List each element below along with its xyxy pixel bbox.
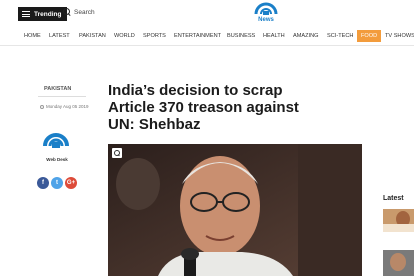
publish-date-text: Monday Aug 05 2019 [46,104,89,109]
section-divider [38,96,86,97]
search-placeholder[interactable]: Search [74,9,95,16]
trending-label: Trending [34,10,62,18]
nav-item-health[interactable]: HEALTH [263,30,285,42]
publish-date: Monday Aug 05 2019 [40,104,89,109]
trending-button[interactable]: Trending [18,7,68,21]
twitter-share-icon[interactable]: t [51,177,63,189]
author-avatar[interactable] [42,124,70,154]
top-bar: Trending Search News [0,0,414,30]
googleplus-share-icon[interactable]: G+ [65,177,77,189]
author-logo-icon [43,133,69,148]
latest-thumb-image [383,209,414,232]
article-photo[interactable] [108,144,362,276]
nav-item-home[interactable]: HOME [24,30,41,42]
nav-item-entertainment[interactable]: ENTERTAINMENT [174,30,221,42]
nav-item-business[interactable]: BUSINESS [227,30,255,42]
nav-item-sports[interactable]: SPORTS [143,30,166,42]
zoom-icon [114,150,120,156]
nav-item-amazing[interactable]: AMAZING [293,30,318,42]
zoom-button[interactable] [112,148,122,158]
latest-heading: Latest [383,195,404,202]
site-logo[interactable]: News [252,1,280,28]
latest-story-thumbnail[interactable] [383,209,414,232]
search-icon[interactable] [63,8,71,16]
article-headline: India’s decision to scrap Article 370 tr… [108,82,299,133]
nav-item-sci-tech[interactable]: SCI-TECH [327,30,353,42]
logo-text: News [258,17,274,23]
article-photo-image [108,144,362,276]
clock-icon [40,104,44,109]
latest-thumb-image-2 [383,250,414,276]
main-nav: HOME LATEST PAKISTAN WORLD SPORTS ENTERT… [0,30,414,42]
nav-divider [0,45,414,46]
nav-item-pakistan[interactable]: PAKISTAN [79,30,106,42]
nav-item-latest[interactable]: LATEST [49,30,70,42]
facebook-share-icon[interactable]: f [37,177,49,189]
search-box[interactable]: Search [63,8,95,16]
nav-item-tv-shows[interactable]: TV SHOWS [385,30,414,42]
latest-story-thumbnail-2[interactable] [383,250,414,276]
nav-item-food[interactable]: FOOD [357,30,382,42]
menu-icon [22,11,30,17]
author-name[interactable]: Web Desk [40,157,74,162]
section-tag[interactable]: PAKISTAN [44,86,71,92]
page: Trending Search News HOME LATEST PAKISTA… [0,0,414,276]
share-buttons: f t G+ [37,177,77,189]
nav-item-world[interactable]: WORLD [114,30,135,42]
